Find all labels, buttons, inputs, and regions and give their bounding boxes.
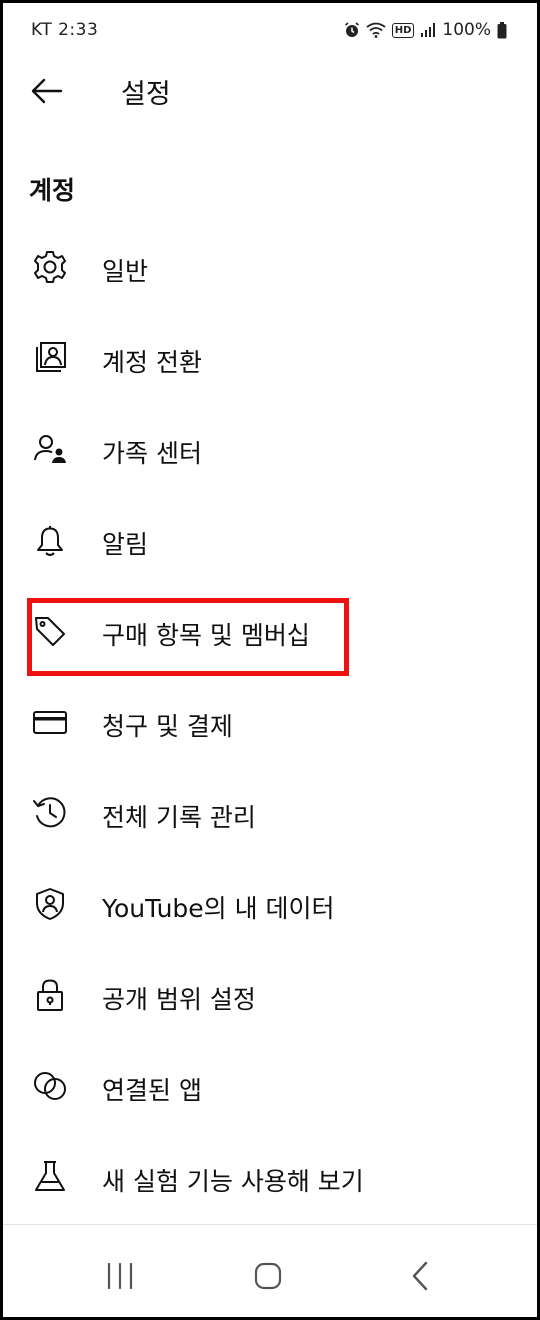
recent-apps-icon [107, 1262, 133, 1290]
recent-apps-button[interactable] [95, 1251, 145, 1301]
history-icon [33, 797, 66, 828]
settings-list: 일반 계정 전환 가족 센터 알림 구매 항목 및 멤버십 청구 및 결제 전체… [3, 221, 537, 1222]
status-icons: HD 100% [344, 20, 507, 40]
menu-item-switch-account[interactable]: 계정 전환 [3, 312, 537, 403]
menu-item-general[interactable]: 일반 [3, 221, 537, 312]
home-button[interactable] [243, 1251, 293, 1301]
menu-item-your-data[interactable]: YouTube의 내 데이터 [3, 858, 537, 949]
account-switch-icon [36, 342, 66, 372]
back-icon [412, 1261, 428, 1291]
menu-item-label: 연결된 앱 [102, 1076, 202, 1105]
section-title: 계정 [29, 176, 76, 205]
menu-item-label: 계정 전환 [102, 348, 202, 377]
menu-item-label: 공개 범위 설정 [102, 985, 256, 1014]
arrow-left-icon [31, 78, 63, 104]
tag-icon [35, 617, 65, 646]
menu-item-label: 알림 [102, 530, 149, 559]
wifi-icon [366, 22, 386, 38]
menu-item-privacy[interactable]: 공개 범위 설정 [3, 949, 537, 1040]
hd-icon: HD [391, 22, 415, 38]
menu-item-label: 일반 [102, 257, 149, 286]
menu-item-notifications[interactable]: 알림 [3, 494, 537, 585]
menu-item-label: 구매 항목 및 멤버십 [102, 621, 310, 650]
menu-item-family-center[interactable]: 가족 센터 [3, 403, 537, 494]
menu-item-label: 전체 기록 관리 [102, 803, 256, 832]
nav-back-button[interactable] [396, 1251, 446, 1301]
menu-item-billing[interactable]: 청구 및 결제 [3, 676, 537, 767]
bell-icon [37, 526, 63, 556]
menu-item-try-experimental[interactable]: 새 실험 기능 사용해 보기 [3, 1131, 537, 1222]
gear-icon [34, 251, 66, 283]
menu-item-history[interactable]: 전체 기록 관리 [3, 767, 537, 858]
flask-icon [35, 1161, 65, 1191]
carrier-time: KT 2:33 [31, 20, 99, 40]
lock-icon [37, 979, 63, 1011]
menu-item-label: 새 실험 기능 사용해 보기 [102, 1167, 364, 1196]
menu-item-label: 가족 센터 [102, 439, 202, 468]
navigation-bar [3, 1225, 537, 1317]
screen: KT 2:33 HD 100% 설정 계정 일반 계정 전환 가족 센터 알림 … [3, 3, 537, 1317]
menu-item-label: YouTube의 내 데이터 [102, 894, 335, 923]
app-bar: 설정 [3, 59, 537, 123]
signal-icon [421, 23, 436, 37]
linked-circles-icon [34, 1072, 66, 1100]
shield-person-icon [36, 888, 64, 920]
menu-item-label: 청구 및 결제 [102, 712, 233, 741]
battery-icon [497, 21, 507, 38]
alarm-icon [344, 22, 359, 37]
battery-level: 100% [442, 20, 491, 40]
home-icon [254, 1262, 282, 1290]
credit-card-icon [33, 711, 67, 734]
back-button[interactable] [25, 71, 69, 111]
status-bar: KT 2:33 HD 100% [3, 3, 537, 59]
page-title: 설정 [121, 79, 171, 110]
family-icon [34, 435, 66, 463]
menu-item-connected-apps[interactable]: 연결된 앱 [3, 1040, 537, 1131]
menu-item-purchases-memberships[interactable]: 구매 항목 및 멤버십 [3, 585, 537, 676]
